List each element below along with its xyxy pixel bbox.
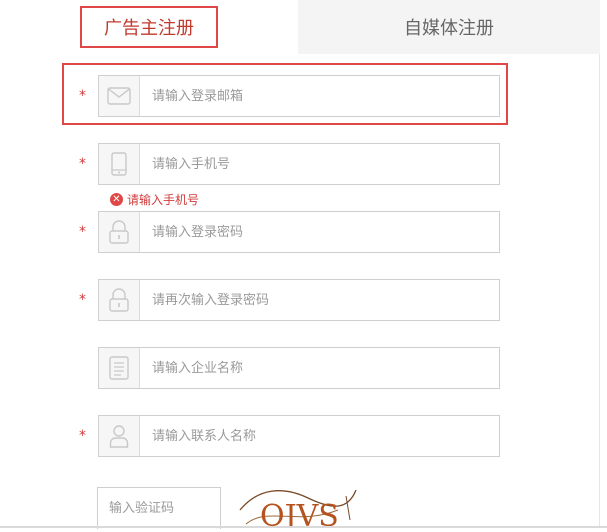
document-icon [99, 348, 140, 388]
phone-error-text: 请输入手机号 [127, 193, 200, 207]
email-highlight-frame [62, 63, 508, 125]
captcha-image[interactable]: OJVS [238, 480, 358, 532]
password-input[interactable] [140, 212, 502, 252]
password-row: * [62, 211, 502, 255]
password-confirm-field-box [98, 279, 502, 321]
required-mark: * [79, 292, 86, 308]
required-mark: * [79, 156, 86, 172]
company-row [62, 347, 502, 391]
lock-icon [99, 280, 140, 320]
user-icon [99, 416, 140, 456]
phone-error: ✕ 请输入手机号 [110, 191, 199, 208]
password-confirm-input[interactable] [140, 280, 502, 320]
company-input[interactable] [140, 348, 502, 388]
required-mark: * [79, 428, 86, 444]
password-confirm-row: * [62, 279, 502, 323]
password-field-box [98, 211, 502, 253]
captcha-input[interactable] [98, 488, 221, 528]
tab-advertiser-label: 广告主注册 [80, 6, 218, 48]
contact-field-box [98, 415, 502, 457]
tab-media-label: 自媒体注册 [404, 18, 494, 39]
lock-icon [99, 212, 140, 252]
registration-tabs: 广告主注册 自媒体注册 [0, 0, 600, 54]
error-x-icon: ✕ [110, 193, 123, 206]
phone-icon [99, 144, 140, 184]
phone-input[interactable] [140, 144, 502, 184]
phone-field-box [98, 143, 502, 185]
tab-media[interactable]: 自媒体注册 [298, 0, 600, 54]
contact-row: * [62, 415, 502, 459]
tab-advertiser[interactable]: 广告主注册 [0, 0, 298, 54]
phone-row: * [62, 143, 502, 187]
required-mark: * [79, 224, 86, 240]
contact-input[interactable] [140, 416, 502, 456]
captcha-text: OJVS [260, 499, 339, 528]
company-field-box [98, 347, 502, 389]
divider [599, 54, 600, 528]
captcha-field-box [97, 487, 221, 529]
